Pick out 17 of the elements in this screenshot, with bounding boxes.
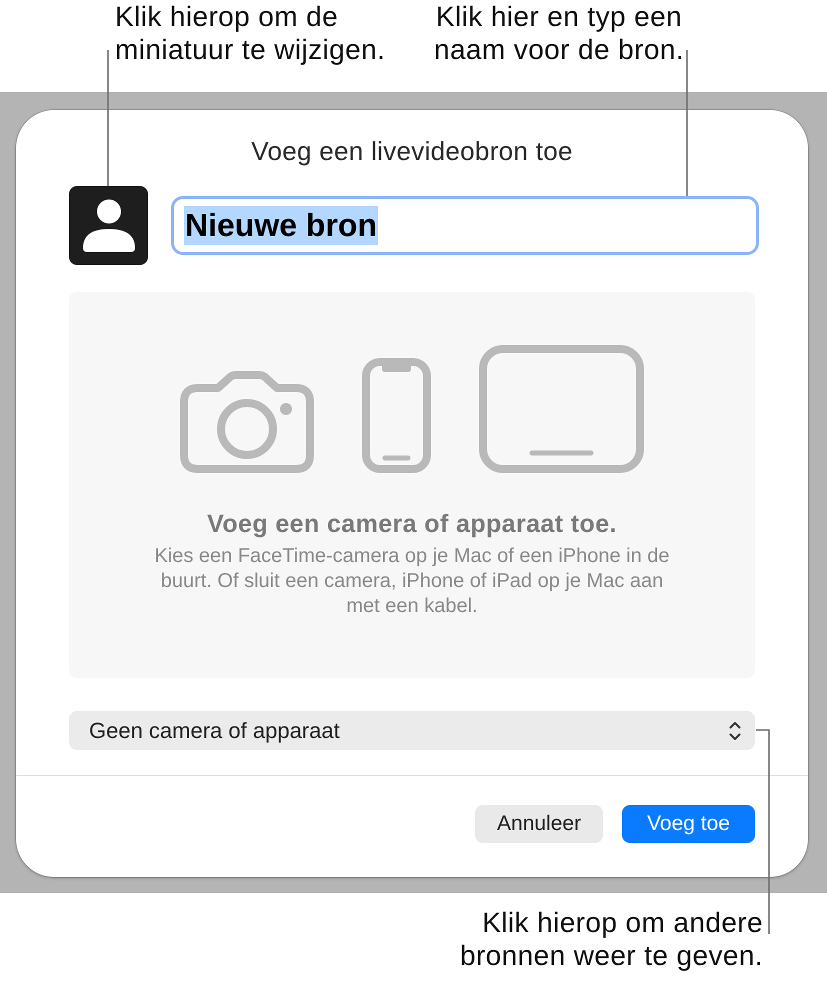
panel-description: Kies een FaceTime-camera op je Mac of een iPhone in de buurt. Of sluit een camera, iPhone of iPad op je Mac aan met een kabel. [153, 544, 671, 619]
panel-heading: Voeg een camera of apparaat toe. [207, 510, 617, 538]
field-text: Nieuwe bron [184, 206, 378, 245]
person-icon [82, 199, 134, 252]
chevron-updown-icon [729, 720, 741, 740]
camera-icon [180, 371, 314, 473]
callout-text: Klik hierop om de miniatuur te wijzigen. [115, 0, 386, 66]
tablet-icon [479, 345, 644, 473]
add-button[interactable]: Voeg toe [622, 805, 755, 843]
callout-text: Klik hier en typ een naam voor de bron. [432, 0, 685, 66]
thumbnail-button[interactable] [69, 186, 148, 265]
name-field[interactable]: Nieuwe bron [171, 196, 759, 255]
cancel-button[interactable]: Annuleer [475, 805, 604, 843]
source-dropdown[interactable]: Geen camera of apparaat [69, 711, 755, 750]
callout-text: Klik hierop om andere bronnen weer te geven. [458, 906, 763, 972]
dialog-title: Voeg een livevideobron toe [250, 135, 574, 167]
phone-icon [362, 358, 431, 473]
